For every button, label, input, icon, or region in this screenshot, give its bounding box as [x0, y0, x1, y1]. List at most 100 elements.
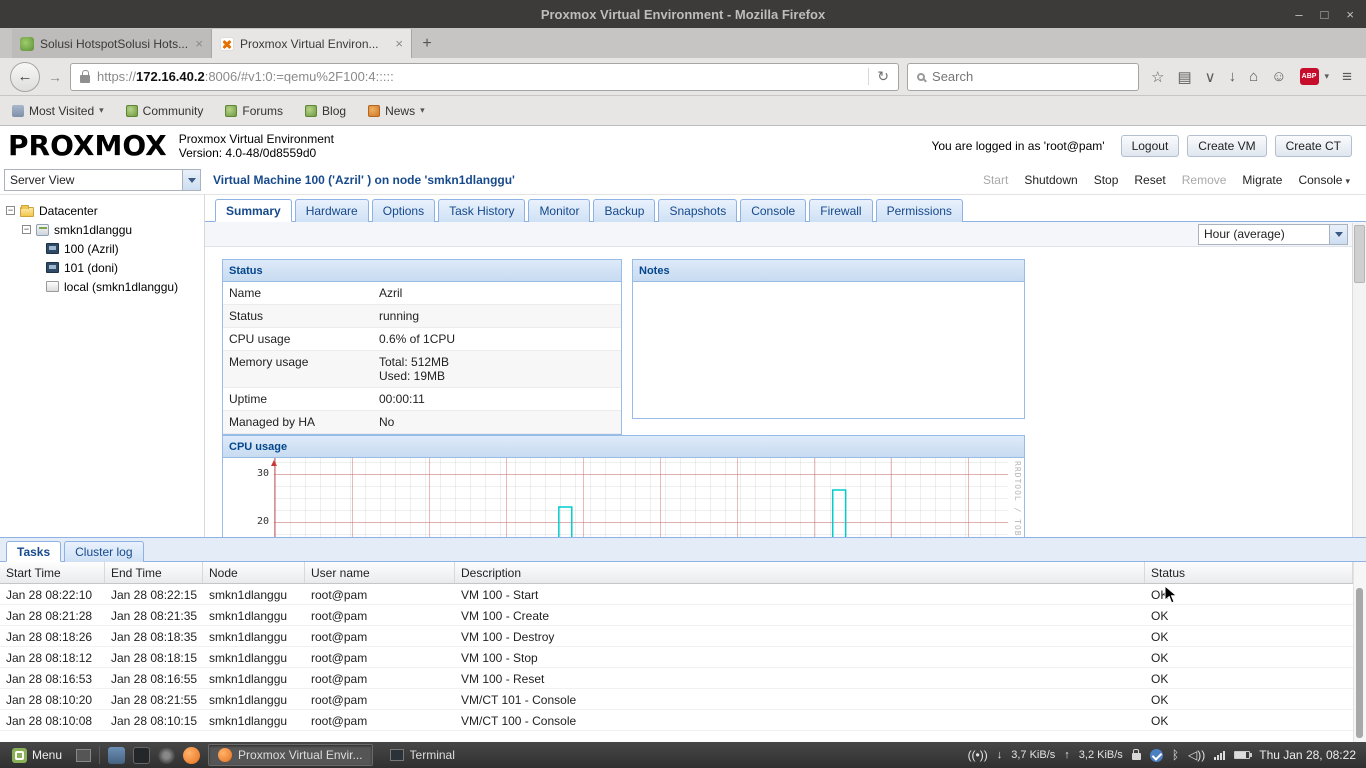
- task-row[interactable]: Jan 28 08:18:26 Jan 28 08:18:35 smkn1dla…: [0, 626, 1366, 647]
- forward-button[interactable]: →: [48, 69, 62, 85]
- tree-item-datacenter[interactable]: − Datacenter: [0, 201, 204, 220]
- new-tab-button[interactable]: +: [412, 29, 442, 58]
- tree-item-vm-101[interactable]: 101 (doni): [0, 258, 204, 277]
- home-icon[interactable]: ⌂: [1249, 68, 1258, 85]
- memory-used: Used: 19MB: [379, 369, 446, 383]
- column-header-description[interactable]: Description: [455, 562, 1145, 583]
- logout-button[interactable]: Logout: [1120, 135, 1180, 157]
- tree-label: smkn1dlanggu: [54, 222, 133, 237]
- search-bar[interactable]: [907, 62, 1140, 91]
- battery-icon[interactable]: [1234, 751, 1253, 759]
- tree-item-storage-local[interactable]: local (smkn1dlanggu): [0, 277, 204, 296]
- task-row[interactable]: Jan 28 08:10:20 Jan 28 08:21:55 smkn1dla…: [0, 689, 1366, 710]
- time-range-select[interactable]: Hour (average): [1198, 223, 1348, 245]
- status-panel-header: Status: [223, 260, 621, 282]
- downloads-icon[interactable]: ↓: [1229, 68, 1237, 85]
- browser-tab-hotspot[interactable]: Solusi HotspotSolusi Hots... ×: [12, 29, 212, 58]
- column-header-start-time[interactable]: Start Time: [0, 562, 105, 583]
- vm-action-migrate[interactable]: Migrate: [1242, 173, 1282, 187]
- bookmark-most-visited[interactable]: Most Visited ▾: [12, 104, 104, 118]
- tab-tasks[interactable]: Tasks: [6, 541, 62, 562]
- tab-close-icon[interactable]: ×: [395, 36, 403, 51]
- back-button[interactable]: ←: [10, 61, 40, 92]
- content-scrollbar[interactable]: [1352, 223, 1366, 537]
- create-vm-button[interactable]: Create VM: [1187, 135, 1267, 157]
- chat-icon[interactable]: ☺: [1271, 68, 1286, 85]
- volume-icon[interactable]: ◁)): [1188, 748, 1205, 762]
- tab-backup[interactable]: Backup: [593, 199, 656, 222]
- launcher-terminal-icon[interactable]: [133, 746, 151, 764]
- launcher-screenshot-icon[interactable]: [158, 746, 176, 764]
- column-header-user-name[interactable]: User name: [305, 562, 455, 583]
- tasks-scrollbar[interactable]: [1353, 562, 1366, 742]
- tab-task-history[interactable]: Task History: [438, 199, 526, 222]
- nav-toolbar: ← → https://172.16.40.2:8006/#v1:0:=qemu…: [0, 58, 1366, 96]
- task-cell: Jan 28 08:10:20: [6, 693, 93, 707]
- task-cell: root@pam: [311, 609, 368, 623]
- close-button[interactable]: ×: [1346, 7, 1354, 22]
- tab-cluster-log[interactable]: Cluster log: [64, 541, 144, 562]
- collapse-icon[interactable]: −: [6, 206, 15, 215]
- bookmark-forums[interactable]: Forums: [225, 104, 283, 118]
- task-row[interactable]: Jan 28 08:21:28 Jan 28 08:21:35 smkn1dla…: [0, 605, 1366, 626]
- signal-bars-icon[interactable]: [1214, 750, 1226, 760]
- url-bar[interactable]: https://172.16.40.2:8006/#v1:0:=qemu%2F1…: [70, 62, 900, 91]
- bookmark-blog[interactable]: Blog: [305, 104, 346, 118]
- menu-button[interactable]: Menu: [6, 744, 68, 766]
- create-ct-button[interactable]: Create CT: [1274, 135, 1352, 157]
- tab-monitor[interactable]: Monitor: [528, 199, 591, 222]
- vm-action-shutdown[interactable]: Shutdown: [1024, 173, 1077, 187]
- hamburger-menu-icon[interactable]: ≡: [1342, 67, 1352, 87]
- column-header-status[interactable]: Status: [1145, 562, 1353, 583]
- bookmarks-panel-icon[interactable]: ▤: [1177, 68, 1191, 86]
- tree-item-node-smkn1dlanggu[interactable]: − smkn1dlanggu: [0, 220, 204, 239]
- minimize-button[interactable]: –: [1295, 7, 1302, 22]
- column-header-end-time[interactable]: End Time: [105, 562, 203, 583]
- vm-action-console[interactable]: Console ▾: [1298, 173, 1350, 187]
- bookmark-star-icon[interactable]: ☆: [1151, 68, 1164, 86]
- tab-summary[interactable]: Summary: [215, 199, 292, 222]
- combo-arrow-button[interactable]: [182, 170, 200, 190]
- column-header-node[interactable]: Node: [203, 562, 305, 583]
- tab-close-icon[interactable]: ×: [195, 36, 203, 51]
- lock-tray-icon[interactable]: [1131, 749, 1141, 760]
- task-row[interactable]: Jan 28 08:16:53 Jan 28 08:16:55 smkn1dla…: [0, 668, 1366, 689]
- bluetooth-icon[interactable]: ᛒ: [1172, 748, 1179, 762]
- window-button-terminal[interactable]: Terminal: [381, 744, 464, 766]
- clock[interactable]: Thu Jan 28, 08:22: [1259, 748, 1356, 762]
- pocket-icon[interactable]: ∨: [1205, 68, 1216, 86]
- adblock-icon[interactable]: ABP: [1299, 68, 1319, 85]
- tree-item-vm-100[interactable]: 100 (Azril): [0, 239, 204, 258]
- tab-hardware[interactable]: Hardware: [294, 199, 369, 222]
- search-input[interactable]: [932, 69, 1130, 84]
- show-desktop-button[interactable]: [76, 748, 92, 762]
- tab-console[interactable]: Console: [740, 199, 807, 222]
- tab-snapshots[interactable]: Snapshots: [658, 199, 738, 222]
- tab-options[interactable]: Options: [371, 199, 436, 222]
- server-view-select[interactable]: Server View: [4, 169, 201, 191]
- vm-action-stop[interactable]: Stop: [1094, 173, 1119, 187]
- task-row[interactable]: Jan 28 08:22:10 Jan 28 08:22:15 smkn1dla…: [0, 584, 1366, 605]
- collapse-icon[interactable]: −: [22, 225, 31, 234]
- bookmark-news[interactable]: News ▾: [368, 104, 425, 118]
- scrollbar-thumb[interactable]: [1354, 225, 1365, 283]
- bookmark-community[interactable]: Community: [125, 104, 203, 118]
- browser-tab-proxmox[interactable]: Proxmox Virtual Environ... ×: [212, 29, 412, 58]
- launcher-firefox-icon[interactable]: [183, 746, 201, 764]
- window-button-proxmox[interactable]: Proxmox Virtual Envir...: [208, 744, 373, 766]
- maximize-button[interactable]: □: [1321, 7, 1329, 22]
- url-text[interactable]: https://172.16.40.2:8006/#v1:0:=qemu%2F1…: [97, 69, 861, 84]
- network-icon[interactable]: ((•)): [968, 748, 988, 762]
- adblock-caret-icon[interactable]: ▾: [1325, 71, 1330, 82]
- launcher-files-icon[interactable]: [108, 746, 126, 764]
- vm-icon: [46, 262, 59, 273]
- task-row[interactable]: Jan 28 08:10:08 Jan 28 08:10:15 smkn1dla…: [0, 710, 1366, 731]
- combo-arrow-button[interactable]: [1329, 224, 1347, 244]
- task-row[interactable]: Jan 28 08:18:12 Jan 28 08:18:15 smkn1dla…: [0, 647, 1366, 668]
- reload-button[interactable]: ↻: [868, 68, 889, 85]
- scrollbar-thumb[interactable]: [1356, 588, 1363, 738]
- tab-permissions[interactable]: Permissions: [875, 199, 963, 222]
- vm-action-reset[interactable]: Reset: [1134, 173, 1165, 187]
- update-manager-icon[interactable]: [1149, 748, 1163, 762]
- tab-firewall[interactable]: Firewall: [809, 199, 873, 222]
